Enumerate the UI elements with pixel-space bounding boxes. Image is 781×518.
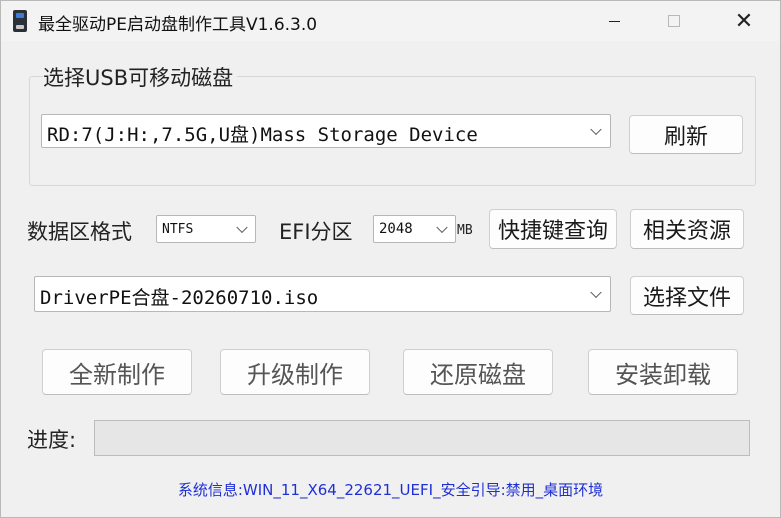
chevron-down-icon <box>236 221 248 234</box>
select-file-button[interactable]: 选择文件 <box>630 276 744 315</box>
new-make-button[interactable]: 全新制作 <box>42 349 192 395</box>
system-info-status: 系统信息:WIN_11_X64_22621_UEFI_安全引导:禁用_桌面环境 <box>177 481 604 499</box>
efi-size-select[interactable]: 2048 <box>373 215 456 243</box>
usb-device-select[interactable]: RD:7(J:H:,7.5G,U盘)Mass Storage Device <box>41 114 611 148</box>
refresh-label: 刷新 <box>663 124 708 150</box>
efi-unit-label: MB <box>457 223 473 238</box>
select-file-label: 选择文件 <box>642 285 731 311</box>
install-uninstall-button[interactable]: 安装卸载 <box>588 349 738 395</box>
related-resources-button[interactable]: 相关资源 <box>630 209 744 249</box>
shortcut-query-label: 快捷键查询 <box>497 219 608 244</box>
title-bar[interactable]: 最全驱动PE启动盘制作工具V1.6.3.0 ✕ <box>1 1 780 41</box>
efi-label: EFI分区 <box>279 220 353 244</box>
restore-disk-button[interactable]: 还原磁盘 <box>403 349 553 395</box>
window-title: 最全驱动PE启动盘制作工具V1.6.3.0 <box>38 15 318 35</box>
format-select[interactable]: NTFS <box>156 215 256 243</box>
shortcut-query-button[interactable]: 快捷键查询 <box>489 209 617 249</box>
iso-file-select[interactable]: DriverPE合盘-20260710.iso <box>34 276 611 312</box>
restore-disk-label: 还原磁盘 <box>430 360 526 389</box>
related-resources-label: 相关资源 <box>642 219 731 244</box>
close-icon: ✕ <box>734 8 754 34</box>
minimize-icon <box>608 20 620 22</box>
install-uninstall-label: 安装卸载 <box>615 360 711 389</box>
usb-group-label: 选择USB可移动磁盘 <box>43 62 238 92</box>
efi-size-value: 2048 <box>379 221 413 237</box>
progress-label: 进度: <box>27 428 77 452</box>
iso-file-value: DriverPE合盘-20260710.iso <box>40 287 319 309</box>
app-window: 最全驱动PE启动盘制作工具V1.6.3.0 ✕ 选择USB可移动磁盘 RD:7(… <box>0 0 781 518</box>
usb-device-value: RD:7(J:H:,7.5G,U盘)Mass Storage Device <box>47 124 478 146</box>
minimize-button[interactable] <box>584 1 644 41</box>
new-make-label: 全新制作 <box>69 360 165 389</box>
upgrade-make-label: 升级制作 <box>247 360 343 389</box>
format-label: 数据区格式 <box>27 220 132 244</box>
format-value: NTFS <box>162 222 194 237</box>
progress-bar <box>94 420 750 456</box>
usb-drive-icon <box>13 10 27 32</box>
maximize-icon <box>668 15 680 27</box>
upgrade-make-button[interactable]: 升级制作 <box>220 349 370 395</box>
chevron-down-icon <box>590 123 602 136</box>
maximize-button <box>644 1 704 41</box>
chevron-down-icon <box>590 286 602 299</box>
refresh-button[interactable]: 刷新 <box>629 115 743 154</box>
chevron-down-icon <box>436 221 448 234</box>
close-button[interactable]: ✕ <box>714 1 774 41</box>
